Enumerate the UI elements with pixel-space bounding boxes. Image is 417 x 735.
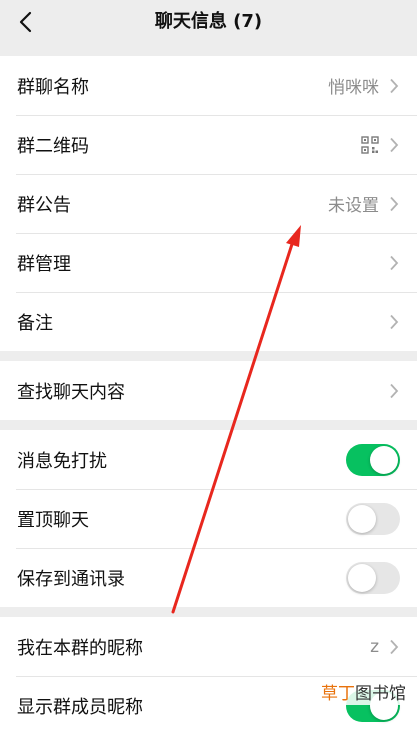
mute-label: 消息免打扰 [17,450,107,472]
group-name-row[interactable]: 群聊名称 悄咪咪 [0,56,417,115]
my-nickname-row[interactable]: 我在本群的昵称 z [0,617,417,676]
toggle-knob [348,504,376,533]
toggle-knob [348,563,376,592]
save-contacts-toggle[interactable] [346,561,400,594]
watermark-text: 图书馆 [355,684,406,704]
chevron-right-icon [390,137,399,152]
toggle-knob [370,445,398,474]
pin-chat-row: 置顶聊天 [0,489,417,548]
mute-toggle[interactable] [346,443,400,476]
group-qrcode-label: 群二维码 [17,135,89,157]
chevron-right-icon [390,639,399,654]
remark-row[interactable]: 备注 [0,292,417,351]
qr-code-icon [361,135,379,154]
show-nicknames-label: 显示群成员昵称 [17,696,143,718]
pin-chat-label: 置顶聊天 [17,509,89,531]
search-section: 查找聊天内容 [0,361,417,420]
settings-section: 消息免打扰 置顶聊天 保存到通讯录 [0,430,417,607]
watermark: 草丁图书馆 [318,678,409,705]
group-name-label: 群聊名称 [17,76,89,98]
chevron-right-icon [390,78,399,93]
pin-chat-toggle[interactable] [346,502,400,535]
my-nickname-label: 我在本群的昵称 [17,637,143,659]
chevron-right-icon [390,196,399,211]
nickname-section: 我在本群的昵称 z 显示群成员昵称 [0,617,417,735]
group-management-label: 群管理 [17,253,71,275]
group-management-row[interactable]: 群管理 [0,233,417,292]
watermark-accent: 草丁 [321,684,355,704]
group-qrcode-row[interactable]: 群二维码 [0,115,417,174]
group-info-section: 群聊名称 悄咪咪 群二维码 群公告 未设置 群管理 备注 [0,56,417,351]
search-chat-row[interactable]: 查找聊天内容 [0,361,417,420]
chevron-right-icon [390,314,399,329]
mute-row: 消息免打扰 [0,430,417,489]
nav-bar: 聊天信息 (7) [0,0,417,44]
group-announcement-value: 未设置 [328,196,379,216]
chevron-right-icon [390,383,399,398]
remark-label: 备注 [17,312,53,334]
chevron-right-icon [390,255,399,270]
save-contacts-row: 保存到通讯录 [0,548,417,607]
group-announcement-row[interactable]: 群公告 未设置 [0,174,417,233]
group-name-value: 悄咪咪 [328,78,379,98]
save-contacts-label: 保存到通讯录 [17,568,125,590]
page-title: 聊天信息 (7) [154,11,263,32]
group-announcement-label: 群公告 [17,194,71,216]
my-nickname-value: z [370,636,379,657]
search-chat-label: 查找聊天内容 [17,381,125,403]
